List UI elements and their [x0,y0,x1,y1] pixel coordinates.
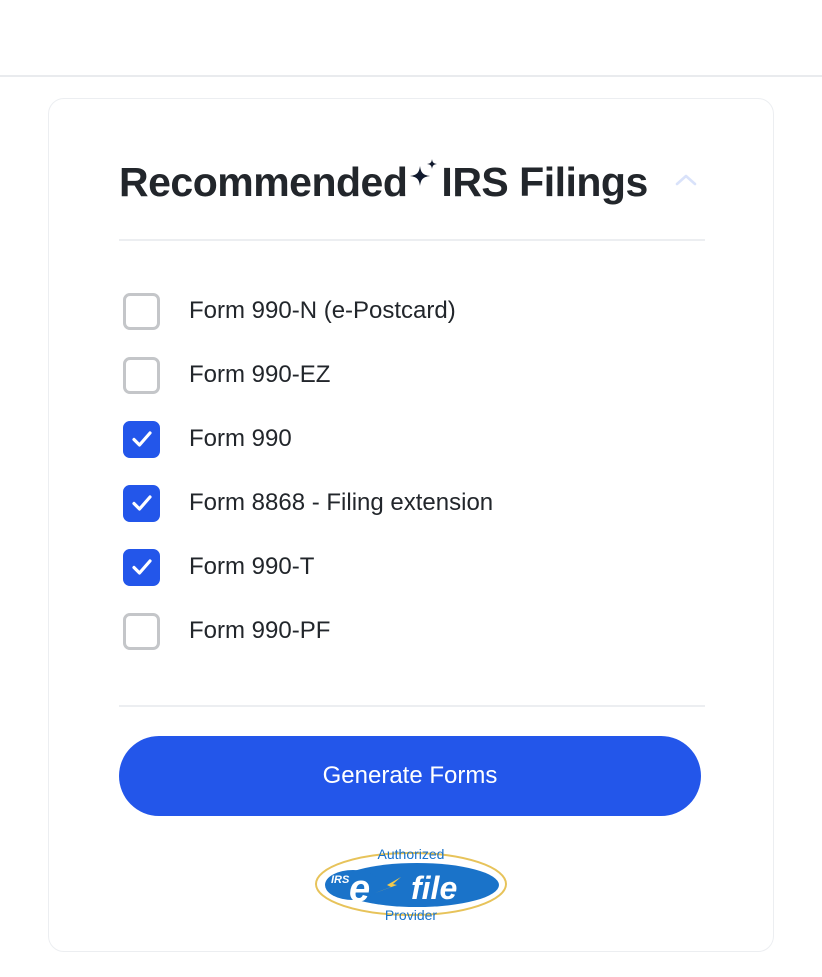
title-part2: IRS Filings [441,158,648,205]
form-item[interactable]: Form 990-PF [123,595,703,667]
top-bar [0,0,822,77]
card-header[interactable]: Recommended IRS Filings [119,151,705,213]
header-divider [119,239,705,241]
title-part1: Recommended [119,158,408,205]
form-checkbox[interactable] [123,484,160,522]
form-checkbox[interactable] [123,356,160,394]
recommended-filings-card: Recommended IRS Filings Form 990-N (e-Po… [48,98,774,952]
badge-file-text: file [411,870,457,906]
form-label[interactable]: Form 8868 - Filing extension [189,489,493,517]
form-item[interactable]: Form 990-T [123,531,703,603]
form-checkbox-list: Form 990-N (e-Postcard) Form 990-EZ Form 9… [123,275,703,667]
badge-irs-text: IRS [331,874,350,886]
checkmark-icon [131,559,152,575]
form-checkbox[interactable] [123,612,160,650]
form-label[interactable]: Form 990-N (e-Postcard) [189,297,456,325]
badge-top-text: Authorized [378,846,445,862]
form-label[interactable]: Form 990-EZ [189,361,330,389]
irs-efile-authorized-provider-logo: Authorized IRS e file Provider [315,846,507,923]
form-checkbox[interactable] [123,420,160,458]
sparkle-icon [410,159,438,186]
form-label[interactable]: Form 990-T [189,553,314,581]
form-item[interactable]: Form 990-N (e-Postcard) [123,275,703,347]
checkmark-icon [131,495,152,511]
form-item[interactable]: Form 990-EZ [123,339,703,411]
chevron-up-icon[interactable] [674,168,698,192]
list-divider [119,705,705,707]
form-label[interactable]: Form 990 [189,425,292,453]
generate-forms-button[interactable]: Generate Forms [119,736,701,816]
card-title: Recommended IRS Filings [119,159,648,206]
form-checkbox[interactable] [123,548,160,586]
checkmark-icon [131,431,152,447]
form-label[interactable]: Form 990-PF [189,617,330,645]
form-item[interactable]: Form 8868 - Filing extension [123,467,703,539]
badge-e-text: e [349,868,370,910]
badge-bottom-text: Provider [385,907,437,923]
form-item[interactable]: Form 990 [123,403,703,475]
form-checkbox[interactable] [123,292,160,330]
